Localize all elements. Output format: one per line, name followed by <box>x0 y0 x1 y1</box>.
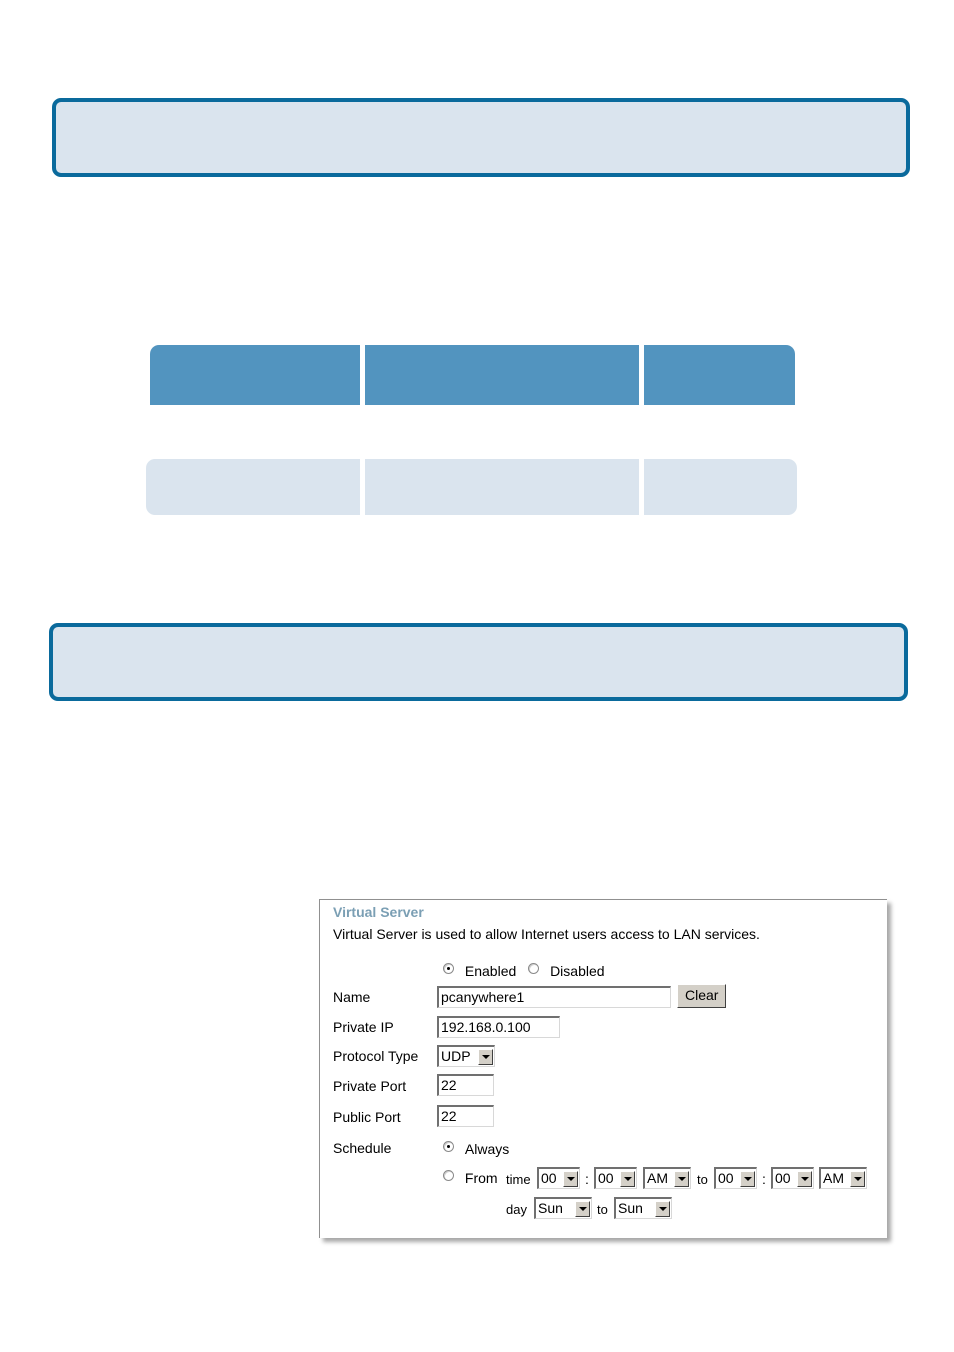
start-minute-select[interactable]: 00 <box>594 1167 637 1189</box>
from-label: From <box>464 1170 498 1186</box>
chevron-down-icon[interactable] <box>797 1170 812 1187</box>
day-label: day <box>506 1202 527 1217</box>
chevron-down-icon[interactable] <box>563 1170 578 1187</box>
public-port-input[interactable]: 22 <box>437 1105 494 1127</box>
chevron-down-icon[interactable] <box>620 1170 635 1187</box>
table-row <box>146 459 797 515</box>
clear-button[interactable]: Clear <box>677 984 727 1008</box>
private-port-label: Private Port <box>333 1078 407 1094</box>
end-ampm-value: AM <box>823 1170 844 1186</box>
chevron-down-icon[interactable] <box>674 1170 689 1187</box>
private-ip-input[interactable]: 192.168.0.100 <box>437 1016 560 1038</box>
protocol-type-value: UDP <box>441 1048 471 1064</box>
start-ampm-select[interactable]: AM <box>643 1167 691 1189</box>
enabled-radio[interactable] <box>443 963 454 974</box>
disabled-label: Disabled <box>550 963 605 979</box>
name-label: Name <box>333 989 371 1005</box>
time-label: time <box>506 1172 531 1187</box>
public-port-label: Public Port <box>333 1109 401 1125</box>
start-hour-value: 00 <box>541 1170 557 1186</box>
disabled-radio[interactable] <box>528 963 540 974</box>
time-to-label: to <box>697 1172 708 1187</box>
private-port-input[interactable]: 22 <box>437 1074 494 1096</box>
chevron-down-icon[interactable] <box>655 1200 670 1217</box>
virtual-server-panel: Virtual Server Virtual Server is used to… <box>319 899 887 1238</box>
schedule-from-option: From <box>443 1170 498 1186</box>
panel-title: Virtual Server <box>333 904 424 920</box>
end-minute-value: 00 <box>775 1170 791 1186</box>
start-ampm-value: AM <box>647 1170 668 1186</box>
schedule-label: Schedule <box>333 1140 392 1156</box>
protocol-type-label: Protocol Type <box>333 1048 419 1064</box>
table-cell <box>365 459 639 515</box>
start-minute-value: 00 <box>598 1170 614 1186</box>
table-header-cell <box>365 345 639 405</box>
section-header-box-1 <box>52 98 910 177</box>
end-ampm-select[interactable]: AM <box>819 1167 867 1189</box>
from-radio[interactable] <box>443 1170 454 1181</box>
day-to-label: to <box>597 1202 608 1217</box>
always-label: Always <box>464 1141 510 1157</box>
time-separator: : <box>585 1171 589 1187</box>
start-day-value: Sun <box>538 1200 563 1216</box>
protocol-type-select[interactable]: UDP <box>437 1045 495 1067</box>
end-day-select[interactable]: Sun <box>614 1197 672 1219</box>
end-hour-value: 00 <box>718 1170 734 1186</box>
always-radio[interactable] <box>443 1141 454 1152</box>
table-header-row <box>150 345 795 405</box>
time-separator: : <box>762 1171 766 1187</box>
end-day-value: Sun <box>618 1200 643 1216</box>
chevron-down-icon[interactable] <box>575 1200 590 1217</box>
private-ip-label: Private IP <box>333 1019 394 1035</box>
chevron-down-icon[interactable] <box>740 1170 755 1187</box>
status-radio-group: Enabled Disabled <box>443 963 605 979</box>
section-header-box-2 <box>49 623 908 701</box>
end-hour-select[interactable]: 00 <box>714 1167 757 1189</box>
table-cell <box>146 459 360 515</box>
table-header-cell <box>644 345 795 405</box>
panel-description: Virtual Server is used to allow Internet… <box>333 926 760 942</box>
enabled-label: Enabled <box>464 963 517 979</box>
schedule-always-option: Always <box>443 1141 509 1157</box>
table-header-cell <box>150 345 360 405</box>
end-minute-select[interactable]: 00 <box>771 1167 814 1189</box>
start-day-select[interactable]: Sun <box>534 1197 592 1219</box>
name-input[interactable]: pcanywhere1 <box>437 986 671 1008</box>
table-cell <box>644 459 797 515</box>
chevron-down-icon[interactable] <box>850 1170 865 1187</box>
chevron-down-icon[interactable] <box>478 1048 493 1065</box>
start-hour-select[interactable]: 00 <box>537 1167 580 1189</box>
